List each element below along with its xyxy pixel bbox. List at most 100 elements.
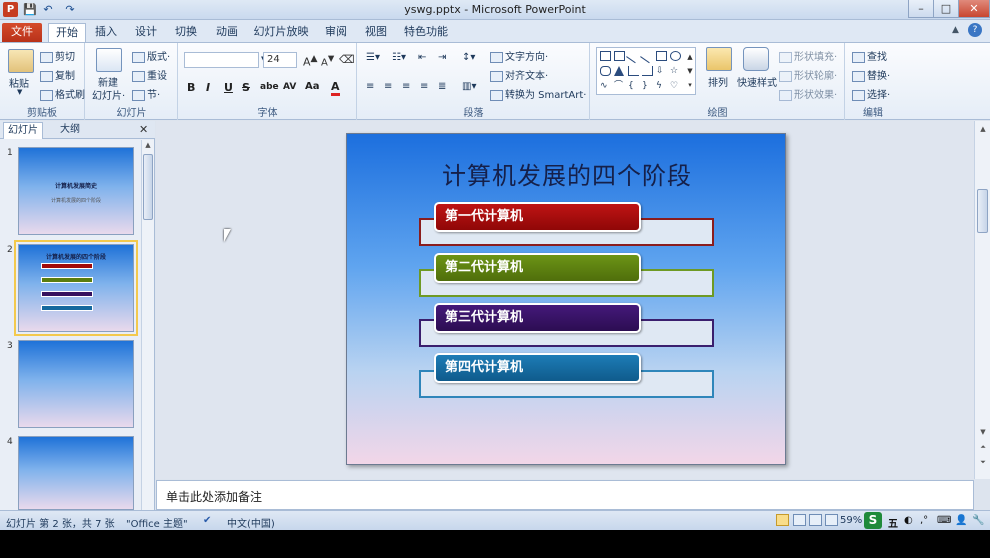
numbering-icon[interactable]: ☷▾ (392, 52, 406, 63)
spellcheck-icon[interactable]: ✔ (203, 515, 211, 526)
slide-item-label-3[interactable]: 第三代计算机 (434, 303, 641, 333)
paste-dropdown-icon[interactable]: ▼ (17, 88, 22, 96)
clear-format-icon[interactable]: ⌫ (339, 53, 355, 66)
shape-lightning-icon[interactable]: ϟ (656, 81, 667, 91)
increase-indent-icon[interactable]: ⇥ (438, 52, 446, 63)
ime-logo-icon[interactable]: S (864, 512, 882, 529)
convert-smartart-button[interactable]: 转换为 SmartArt· (490, 86, 586, 101)
normal-view-icon[interactable] (776, 514, 789, 526)
format-painter-button[interactable]: 格式刷 (40, 86, 85, 101)
language-indicator[interactable]: 中文(中国) (227, 515, 275, 530)
align-right-icon[interactable]: ≡ (402, 81, 410, 92)
tab-animations[interactable]: 动画 (211, 23, 243, 42)
slide-sorter-view-icon[interactable] (793, 514, 806, 526)
copy-button[interactable]: 复制 (40, 67, 75, 82)
arrange-icon[interactable] (706, 47, 732, 71)
shrink-font-icon[interactable]: A▼ (321, 53, 334, 68)
shape-triangle-icon[interactable] (614, 66, 624, 76)
slide-scrollbar[interactable]: ▲ ▼ ⏶ ⏷ (974, 121, 990, 479)
underline-button[interactable]: U (224, 81, 233, 94)
new-slide-icon[interactable] (96, 48, 122, 72)
slide-title[interactable]: 计算机发展的四个阶段 (347, 156, 787, 191)
font-color-button[interactable]: A (331, 80, 340, 96)
shape-outline-button[interactable]: 形状轮廓· (779, 67, 837, 82)
shape-brace-right-icon[interactable]: } (642, 81, 653, 91)
shape-heart-icon[interactable]: ♡ (670, 81, 681, 91)
columns-icon[interactable]: ▥▾ (462, 81, 476, 92)
theme-name[interactable]: "Office 主题" (126, 515, 188, 530)
tab-file[interactable]: 文件 (2, 23, 42, 42)
shape-arrow-icon[interactable] (640, 48, 655, 64)
shape-rect-icon[interactable] (600, 51, 611, 61)
section-button[interactable]: 节· (132, 86, 160, 101)
line-spacing-icon[interactable]: ↕▾ (462, 52, 475, 63)
bullets-icon[interactable]: ☰▾ (366, 52, 380, 63)
shape-down-arrow-icon[interactable]: ⇩ (656, 66, 667, 76)
pane-close-icon[interactable]: ✕ (139, 123, 148, 136)
change-case-button[interactable]: Aa (305, 81, 320, 92)
slide-item-label-4[interactable]: 第四代计算机 (434, 353, 641, 383)
restore-button[interactable]: □ (933, 0, 959, 18)
justify-icon[interactable]: ≡ (420, 81, 428, 92)
slide-item-label-2[interactable]: 第二代计算机 (434, 253, 641, 283)
align-left-icon[interactable]: ≡ (366, 81, 374, 92)
shape-star-icon[interactable]: ☆ (670, 66, 681, 76)
slides-pane-scrollbar[interactable]: ▲ (141, 140, 154, 510)
shape-arc-icon[interactable]: ⌒ (614, 81, 625, 91)
shape-elbow-icon[interactable] (628, 66, 639, 76)
shape-text-icon[interactable] (614, 51, 625, 61)
reset-button[interactable]: 重设 (132, 67, 167, 82)
close-button[interactable]: ✕ (958, 0, 990, 18)
slide-thumbnail-3[interactable] (18, 340, 134, 428)
ime-symbol-icon[interactable]: ,° (920, 515, 928, 526)
minimize-button[interactable]: – (908, 0, 934, 18)
shape-brace-left-icon[interactable]: { (628, 81, 639, 91)
keyboard-icon[interactable]: ⌨ (937, 515, 951, 526)
gallery-more-icon[interactable]: ▲ ▼ ▾ (685, 50, 695, 92)
notes-pane[interactable]: 单击此处添加备注 (156, 480, 974, 510)
align-text-button[interactable]: 对齐文本· (490, 67, 548, 82)
distribute-icon[interactable]: ≣ (438, 81, 446, 92)
shape-curve-icon[interactable]: ∿ (600, 81, 611, 91)
find-button[interactable]: 查找 (852, 48, 887, 63)
select-button[interactable]: 选择· (852, 86, 890, 101)
shape-effects-button[interactable]: 形状效果· (779, 86, 837, 101)
tab-home[interactable]: 开始 (48, 23, 86, 42)
scroll-up-icon[interactable]: ▲ (142, 140, 154, 151)
layout-button[interactable]: 版式· (132, 48, 170, 63)
shape-rounded-icon[interactable] (600, 66, 611, 76)
tab-slides[interactable]: 幻灯片 (3, 122, 43, 139)
quick-styles-button[interactable]: 快速样式 (737, 74, 777, 89)
tab-transitions[interactable]: 切换 (170, 23, 202, 42)
arrange-button[interactable]: 排列 (708, 74, 728, 89)
help-icon[interactable]: ? (968, 23, 982, 37)
tab-design[interactable]: 设计 (130, 23, 162, 42)
replace-button[interactable]: 替换· (852, 67, 890, 82)
shape-line-icon[interactable] (626, 48, 641, 64)
font-size-field[interactable]: 24 (263, 52, 297, 68)
shadow-button[interactable]: abe (260, 82, 279, 92)
scroll-thumb[interactable] (977, 189, 988, 233)
ime-punct-icon[interactable]: ◐ (904, 515, 913, 526)
slide-thumbnail-2[interactable]: 计算机发展的四个阶段 (14, 240, 138, 336)
slide-thumbnail-4[interactable] (18, 436, 134, 510)
slideshow-view-icon[interactable] (825, 514, 838, 526)
current-slide[interactable]: 计算机发展的四个阶段 第一代计算机 第二代计算机 第三代计算机 第四代计算机 (346, 133, 786, 465)
shapes-gallery[interactable]: ⇩ ☆ ∿ ⌒ { } ϟ ♡ ▲ ▼ ▾ (596, 47, 696, 95)
strikethrough-button[interactable]: S (242, 81, 250, 94)
align-center-icon[interactable]: ≡ (384, 81, 392, 92)
previous-slide-icon[interactable]: ⏶ (977, 442, 989, 453)
scroll-up-icon[interactable]: ▲ (977, 124, 989, 135)
next-slide-icon[interactable]: ⏷ (977, 457, 989, 468)
cut-button[interactable]: 剪切 (40, 48, 75, 63)
text-direction-button[interactable]: 文字方向· (490, 48, 548, 63)
tab-slideshow[interactable]: 幻灯片放映 (252, 23, 310, 42)
italic-button[interactable]: I (206, 81, 210, 94)
char-spacing-button[interactable]: AV (283, 82, 296, 92)
reading-view-icon[interactable] (809, 514, 822, 526)
user-icon[interactable]: 👤 (955, 515, 967, 526)
tools-icon[interactable]: 🔧 (972, 515, 984, 526)
scroll-down-icon[interactable]: ▼ (977, 427, 989, 438)
shape-bend-icon[interactable] (642, 66, 653, 76)
notes-placeholder[interactable]: 单击此处添加备注 (166, 488, 262, 505)
